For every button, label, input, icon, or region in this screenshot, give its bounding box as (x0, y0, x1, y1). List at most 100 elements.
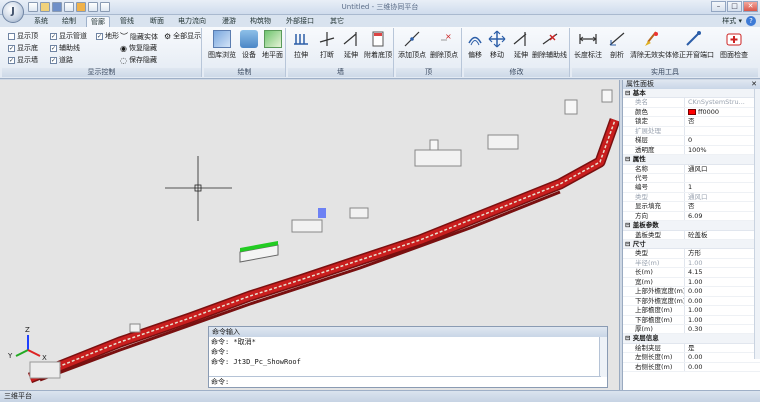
property-value[interactable]: 否 (685, 202, 760, 210)
property-row[interactable]: 方向 6.09 (623, 211, 760, 222)
add-vertex-button[interactable]: 添加顶点 (398, 30, 426, 60)
redo-icon[interactable] (76, 2, 86, 12)
blank-icon[interactable] (100, 2, 110, 12)
property-row[interactable]: 类型 方形 (623, 249, 760, 259)
property-value[interactable]: 0.00 (685, 353, 760, 361)
property-row[interactable]: 上部外檐宽度(m) 0.00 (623, 287, 760, 297)
property-category[interactable]: ⊟ 尺寸 (623, 240, 760, 250)
property-value[interactable]: CKnSystemStru... (685, 98, 760, 106)
tab-system[interactable]: 系统 (30, 16, 52, 27)
help-icon[interactable]: ? (746, 16, 756, 26)
device-button[interactable]: 设备 (240, 30, 258, 60)
delete-aux-line-button[interactable]: 删除辅助线 (532, 30, 567, 60)
extend-wall-button[interactable]: 延伸 (342, 30, 360, 60)
property-value[interactable]: 是 (685, 344, 760, 352)
property-row[interactable]: 下部外檐宽度(m) 0.00 (623, 296, 760, 307)
check-aux-lines[interactable]: ✓ 辅助线 (50, 43, 80, 53)
close-button[interactable]: ✕ (743, 1, 758, 12)
offset-button[interactable]: 偏移 (466, 30, 484, 60)
property-row[interactable]: 绘制夹层是 (623, 343, 760, 354)
command-scrollbar[interactable] (599, 337, 607, 377)
break-button[interactable]: 打断 (318, 30, 336, 60)
property-row[interactable]: 宽(m) 1.00 (623, 277, 760, 288)
property-row[interactable]: 梯层 0 (623, 136, 760, 146)
property-row[interactable]: 类型 通风口 (623, 192, 760, 203)
property-category[interactable]: ⊟ 属性 (623, 155, 760, 165)
check-show-bottom[interactable]: ✓ 显示底 (8, 43, 38, 53)
command-input[interactable]: 命令: (209, 376, 601, 387)
property-value[interactable]: 0.00 (685, 363, 760, 371)
tab-structure[interactable]: 构筑物 (246, 16, 275, 27)
property-row[interactable]: 显示填充否 (623, 202, 760, 212)
stretch-button[interactable]: 拉伸 (292, 30, 310, 60)
restore-hidden-button[interactable]: ◉ 恢复隐藏 (120, 43, 157, 53)
property-value[interactable]: 通风口 (685, 165, 760, 173)
property-value[interactable]: 6.09 (685, 212, 760, 220)
property-row[interactable]: 透明度 100% (623, 145, 760, 156)
save-hidden-button[interactable]: ◌ 保存隐藏 (120, 55, 157, 65)
section-analysis-button[interactable]: 剖析 (608, 30, 626, 60)
property-row[interactable]: 下部檐度(m) 1.00 (623, 315, 760, 325)
property-row[interactable]: 名称 通风口 (623, 164, 760, 174)
property-value[interactable]: ff0000 (685, 108, 760, 116)
property-row[interactable]: 扩展处理 (623, 126, 760, 137)
ground-plane-button[interactable]: 地平面 (262, 30, 283, 60)
property-row[interactable]: 厚(m) 0.30 (623, 324, 760, 335)
property-row[interactable]: 代号 (623, 173, 760, 184)
gallery-browse-button[interactable]: 图库浏览 (208, 30, 236, 60)
attach-top-bottom-button[interactable]: 附着底顶 (364, 30, 392, 60)
extend-button[interactable]: 延伸 (512, 30, 530, 60)
app-menu-button[interactable]: J (2, 1, 24, 23)
property-value[interactable]: 4.15 (685, 268, 760, 276)
property-value[interactable]: 0.30 (685, 325, 760, 333)
property-value[interactable]: 否 (685, 117, 760, 125)
length-dimension-button[interactable]: 长度标注 (574, 30, 602, 60)
properties-scrollbar[interactable] (754, 89, 760, 359)
property-value[interactable]: 通风口 (685, 193, 760, 201)
drawing-check-button[interactable]: 图面检查 (720, 30, 748, 60)
property-row[interactable]: 盖板类型 砼盖板 (623, 230, 760, 240)
check-show-wall[interactable]: ✓ 显示墙 (8, 55, 38, 65)
property-row[interactable]: 上部檐度(m) 1.00 (623, 306, 760, 316)
property-value[interactable]: 1.00 (685, 259, 760, 267)
property-category[interactable]: ⊟ 基本 (623, 89, 760, 99)
property-value[interactable]: 0.00 (685, 297, 760, 305)
print-icon[interactable] (88, 2, 98, 12)
minimize-button[interactable]: – (711, 1, 726, 12)
property-row[interactable]: 半径(m) 1.00 (623, 258, 760, 269)
save-icon[interactable] (52, 2, 62, 12)
property-value[interactable]: 1.00 (685, 278, 760, 286)
property-value[interactable] (685, 127, 760, 135)
tab-draw[interactable]: 绘制 (58, 16, 80, 27)
open-icon[interactable] (40, 2, 50, 12)
property-row[interactable]: 左侧长度(m) 0.00 (623, 353, 760, 363)
property-value[interactable]: 方形 (685, 249, 760, 257)
property-row[interactable]: 编号 1 (623, 183, 760, 193)
tab-external[interactable]: 外部接口 (282, 16, 318, 27)
property-category[interactable]: ⊟ 夹层信息 (623, 334, 760, 344)
property-value[interactable]: 0.00 (685, 287, 760, 295)
style-menu[interactable]: 样式 ▾ (722, 16, 742, 26)
property-value[interactable]: 0 (685, 136, 760, 144)
property-row[interactable]: 右侧长度(m) 0.00 (623, 362, 760, 373)
clear-invalid-button[interactable]: 清除无效实体 (630, 30, 672, 60)
check-show-pipes[interactable]: ✓ 显示管道 (50, 31, 87, 41)
check-terrain[interactable]: ✓ 地形 (96, 31, 119, 41)
property-row[interactable]: 类名 CKnSystemStru... (623, 98, 760, 108)
check-roads[interactable]: ✓ 道路 (50, 55, 73, 65)
tab-gallery[interactable]: 管廊 (86, 16, 110, 27)
property-value[interactable]: 1 (685, 183, 760, 191)
property-value[interactable]: 1.00 (685, 316, 760, 324)
move-button[interactable]: 移动 (488, 30, 506, 60)
tab-other[interactable]: 其它 (326, 16, 348, 27)
maximize-button[interactable]: □ (727, 1, 742, 12)
property-value[interactable]: 砼盖板 (685, 231, 760, 239)
property-row[interactable]: 颜色 ff0000 (623, 107, 760, 118)
new-icon[interactable] (28, 2, 38, 12)
property-row[interactable]: 长(m) 4.15 (623, 268, 760, 278)
tab-roam[interactable]: 漫游 (218, 16, 240, 27)
tab-power-flow[interactable]: 电力流向 (174, 16, 210, 27)
property-value[interactable]: 100% (685, 146, 760, 154)
tab-pipeline[interactable]: 管线 (116, 16, 138, 27)
property-category[interactable]: ⊟ 盖板参数 (623, 221, 760, 231)
